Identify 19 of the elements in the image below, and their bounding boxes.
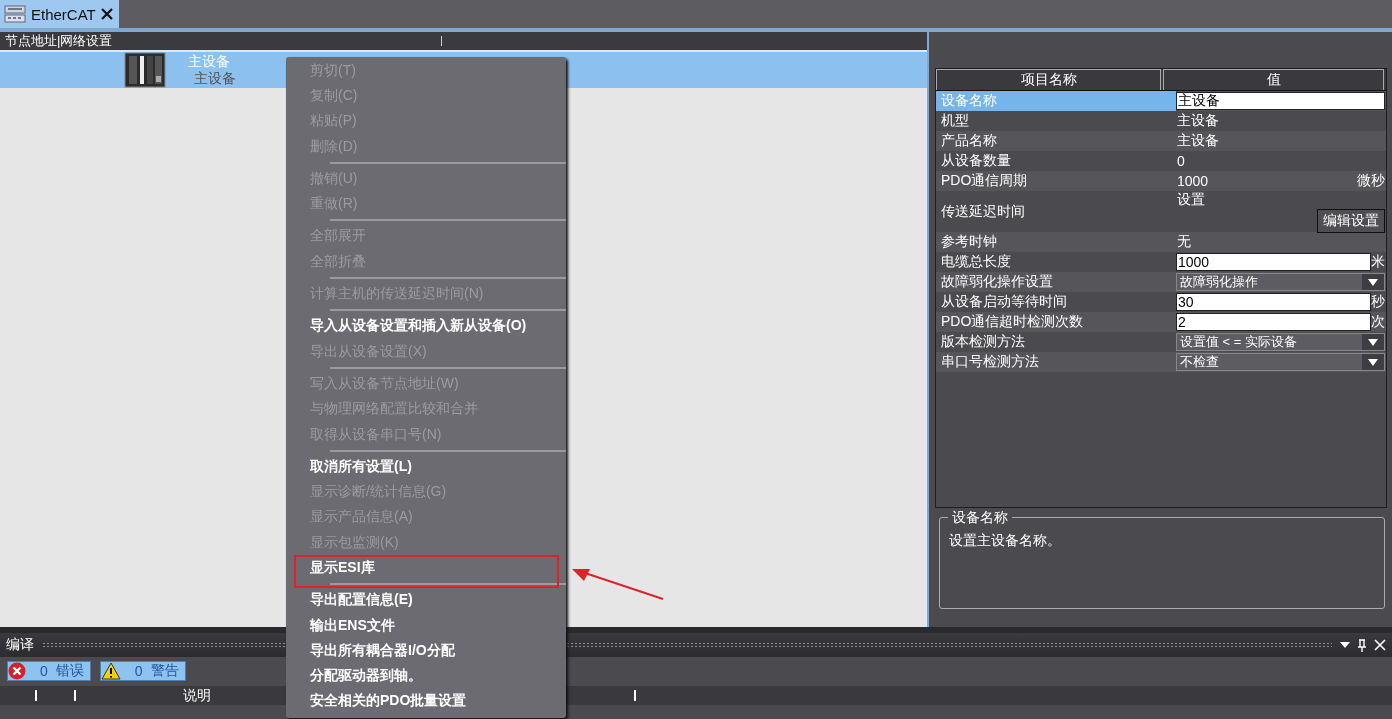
column-header: 说明 (183, 687, 211, 705)
description-text: 设置主设备名称。 (949, 532, 1061, 548)
pane-header: 节点地址|网络设置 (5, 32, 113, 50)
unit-label: 米 (1371, 253, 1385, 271)
property-value: 主设备 (1176, 132, 1219, 150)
property-value: 主设备 (1176, 112, 1219, 130)
property-value: 0 (1176, 153, 1185, 169)
property-value: 无 (1176, 233, 1191, 251)
device-model: 主设备 (193, 70, 236, 87)
unit-label: 微秒 (1357, 172, 1385, 190)
description-title: 设备名称 (948, 509, 1012, 527)
property-value: 1000 (1176, 173, 1209, 189)
panel-title: 编译 (6, 636, 34, 654)
column-header: 项目名称 (936, 69, 1161, 90)
device-name: 主设备 (188, 53, 231, 70)
property-value: 设置 (1176, 191, 1206, 209)
unit-label: 次 (1371, 313, 1385, 331)
column-header: 值 (1163, 69, 1384, 90)
unit-label: 秒 (1371, 293, 1385, 311)
